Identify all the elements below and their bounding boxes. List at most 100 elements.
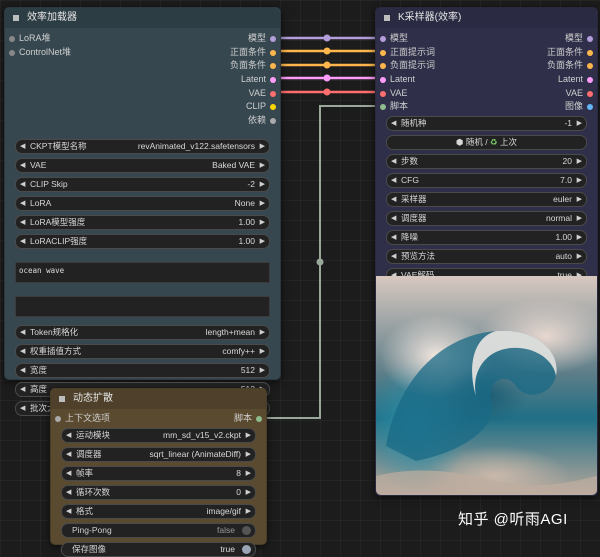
efficient-loader-node[interactable]: 效率加载器 LoRA堆 ControlNet堆 模型 正面条件 负面条件 Lat… <box>4 7 281 416</box>
slot-dot-icon[interactable] <box>587 63 593 70</box>
widget-lora[interactable]: ◀ LoRA None ▶ <box>15 196 270 211</box>
slot-dot-icon[interactable] <box>380 63 386 70</box>
slot-dot-icon[interactable] <box>270 36 276 42</box>
slot-dot-icon[interactable] <box>9 49 15 56</box>
input-negative[interactable]: 负面提示词 <box>376 59 486 73</box>
slot-dot-icon[interactable] <box>587 49 593 56</box>
widget-seed[interactable]: ◀ 随机种 -1 ▶ <box>386 116 587 131</box>
widget-beta-schedule[interactable]: ◀ 调度器 sqrt_linear (AnimateDiff) ▶ <box>61 446 256 462</box>
arrow-left-icon[interactable]: ◀ <box>20 140 25 153</box>
input-context-options[interactable]: 上下文选项 <box>51 412 110 426</box>
arrow-left-icon[interactable]: ◀ <box>391 231 396 244</box>
arrow-left-icon[interactable]: ◀ <box>391 212 396 225</box>
node-title[interactable]: 效率加载器 <box>5 8 280 28</box>
arrow-right-icon[interactable]: ▶ <box>246 486 251 499</box>
arrow-right-icon[interactable]: ▶ <box>577 193 582 206</box>
positive-prompt-textarea[interactable]: ocean wave <box>15 262 270 283</box>
arrow-left-icon[interactable]: ◀ <box>20 383 25 396</box>
arrow-right-icon[interactable]: ▶ <box>260 235 265 248</box>
arrow-left-icon[interactable]: ◀ <box>391 193 396 206</box>
input-latent[interactable]: Latent <box>376 73 486 87</box>
arrow-left-icon[interactable]: ◀ <box>66 505 71 518</box>
widget-preview-method[interactable]: ◀ 预览方法 auto ▶ <box>386 249 587 264</box>
slot-dot-icon[interactable] <box>380 49 386 56</box>
input-model[interactable]: 模型 <box>376 32 486 46</box>
output-positive[interactable]: 正面条件 <box>487 46 597 60</box>
arrow-right-icon[interactable]: ▶ <box>260 326 265 339</box>
collapse-icon[interactable] <box>59 396 65 402</box>
node-title[interactable]: 动态扩散 <box>51 389 266 409</box>
collapse-icon[interactable] <box>384 15 390 21</box>
arrow-right-icon[interactable]: ▶ <box>246 429 251 442</box>
output-latent[interactable]: Latent <box>487 73 597 87</box>
arrow-left-icon[interactable]: ◀ <box>20 326 25 339</box>
arrow-left-icon[interactable]: ◀ <box>66 486 71 499</box>
arrow-right-icon[interactable]: ▶ <box>246 467 251 480</box>
slot-dot-icon[interactable] <box>256 416 262 422</box>
slot-dot-icon[interactable] <box>9 36 15 42</box>
slot-dot-icon[interactable] <box>270 77 276 84</box>
arrow-right-icon[interactable]: ▶ <box>577 231 582 244</box>
seed-random-last-button[interactable]: ⬢ 随机 / ♻ 上次 <box>386 135 587 150</box>
widget-clip-skip[interactable]: ◀ CLIP Skip -2 ▶ <box>15 177 270 192</box>
widget-lora-model-strength[interactable]: ◀ LoRA模型强度 1.00 ▶ <box>15 215 270 230</box>
slot-dot-icon[interactable] <box>587 90 593 97</box>
slot-dot-icon[interactable] <box>270 90 276 97</box>
widget-format[interactable]: ◀ 格式 image/gif ▶ <box>61 503 256 519</box>
widget-motion-model[interactable]: ◀ 运动模块 mm_sd_v15_v2.ckpt ▶ <box>61 427 256 443</box>
arrow-right-icon[interactable]: ▶ <box>260 140 265 153</box>
input-script[interactable]: 脚本 <box>376 100 486 114</box>
arrow-right-icon[interactable]: ▶ <box>577 250 582 263</box>
toggle-save-image[interactable]: 保存图像 true <box>61 541 256 557</box>
arrow-right-icon[interactable]: ▶ <box>260 159 265 172</box>
output-depends[interactable]: 依赖 <box>140 114 280 128</box>
arrow-left-icon[interactable]: ◀ <box>20 216 25 229</box>
slot-dot-icon[interactable] <box>380 36 386 42</box>
arrow-right-icon[interactable]: ▶ <box>260 345 265 358</box>
output-model[interactable]: 模型 <box>140 32 280 46</box>
widget-denoise[interactable]: ◀ 降噪 1.00 ▶ <box>386 230 587 245</box>
widget-width[interactable]: ◀ 宽度 512 ▶ <box>15 363 270 378</box>
widget-sampler-name[interactable]: ◀ 采样器 euler ▶ <box>386 192 587 207</box>
output-clip[interactable]: CLIP <box>140 100 280 114</box>
output-latent[interactable]: Latent <box>140 73 280 87</box>
collapse-icon[interactable] <box>13 15 19 21</box>
widget-loop-count[interactable]: ◀ 循环次数 0 ▶ <box>61 484 256 500</box>
arrow-right-icon[interactable]: ▶ <box>260 216 265 229</box>
widget-vae[interactable]: ◀ VAE Baked VAE ▶ <box>15 158 270 173</box>
output-image[interactable]: 图像 <box>487 100 597 114</box>
arrow-right-icon[interactable]: ▶ <box>577 212 582 225</box>
output-positive[interactable]: 正面条件 <box>140 46 280 60</box>
input-controlnet-stack[interactable]: ControlNet堆 <box>5 46 145 60</box>
slot-dot-icon[interactable] <box>587 77 593 84</box>
slot-dot-icon[interactable] <box>380 90 386 97</box>
arrow-left-icon[interactable]: ◀ <box>20 345 25 358</box>
input-lora-stack[interactable]: LoRA堆 <box>5 32 145 46</box>
slot-dot-icon[interactable] <box>55 416 61 422</box>
slot-dot-icon[interactable] <box>270 118 276 125</box>
arrow-left-icon[interactable]: ◀ <box>20 197 25 210</box>
widget-ckpt-name[interactable]: ◀ CKPT模型名称 revAnimated_v122.safetensors … <box>15 139 270 154</box>
arrow-right-icon[interactable]: ▶ <box>577 117 582 130</box>
arrow-right-icon[interactable]: ▶ <box>260 364 265 377</box>
widget-cfg[interactable]: ◀ CFG 7.0 ▶ <box>386 173 587 188</box>
node-title[interactable]: K采样器(效率) <box>376 8 597 28</box>
arrow-right-icon[interactable]: ▶ <box>577 174 582 187</box>
arrow-right-icon[interactable]: ▶ <box>246 505 251 518</box>
output-script[interactable]: 脚本 <box>234 412 266 426</box>
arrow-left-icon[interactable]: ◀ <box>391 155 396 168</box>
slot-dot-icon[interactable] <box>380 104 386 111</box>
arrow-left-icon[interactable]: ◀ <box>66 448 71 461</box>
widget-weight-interpretation[interactable]: ◀ 权重插值方式 comfy++ ▶ <box>15 344 270 359</box>
arrow-right-icon[interactable]: ▶ <box>577 155 582 168</box>
arrow-left-icon[interactable]: ◀ <box>66 467 71 480</box>
input-vae[interactable]: VAE <box>376 87 486 101</box>
widget-scheduler[interactable]: ◀ 调度器 normal ▶ <box>386 211 587 226</box>
toggle-on-icon[interactable] <box>242 544 251 554</box>
arrow-left-icon[interactable]: ◀ <box>66 429 71 442</box>
arrow-left-icon[interactable]: ◀ <box>20 235 25 248</box>
slot-dot-icon[interactable] <box>270 104 276 111</box>
arrow-left-icon[interactable]: ◀ <box>20 364 25 377</box>
widget-lora-clip-strength[interactable]: ◀ LoRACLIP强度 1.00 ▶ <box>15 234 270 249</box>
arrow-right-icon[interactable]: ▶ <box>246 448 251 461</box>
